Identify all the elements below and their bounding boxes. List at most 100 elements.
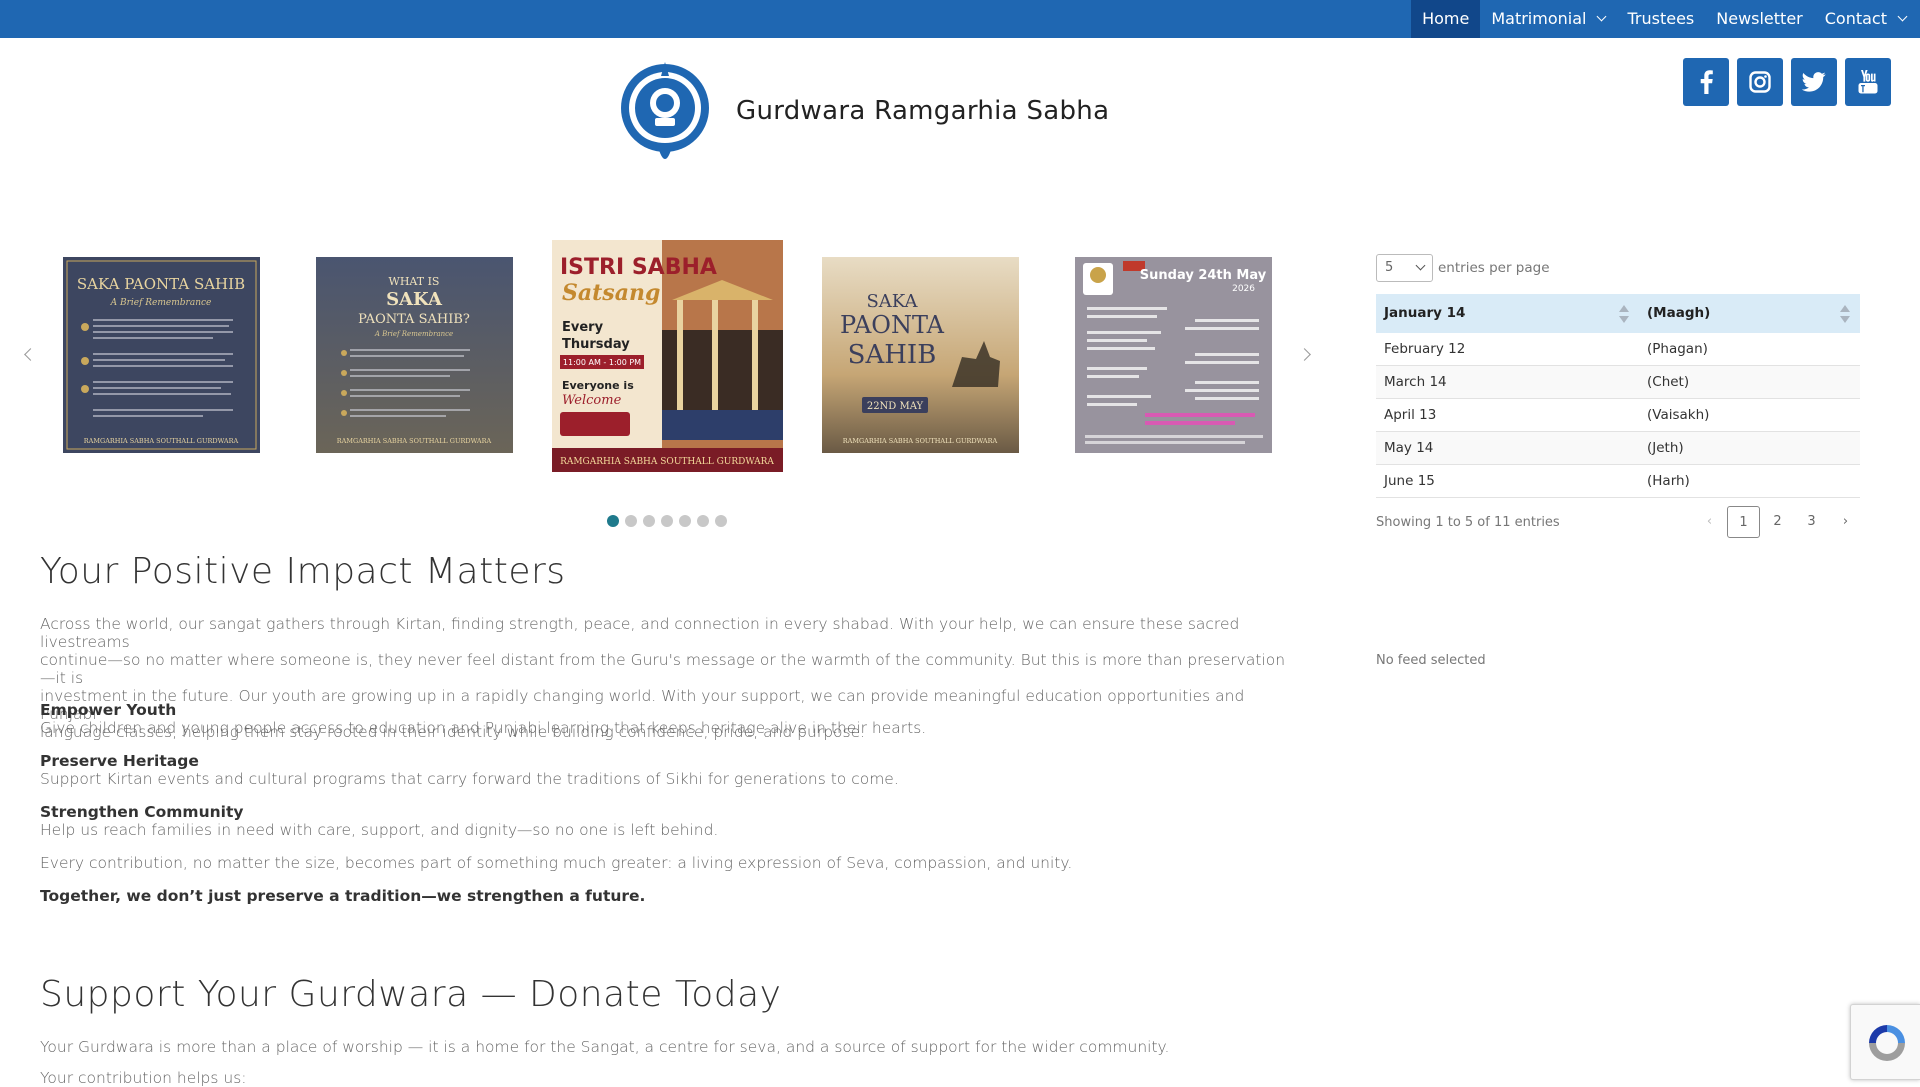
feed-status: No feed selected bbox=[1376, 653, 1486, 668]
nav-label: Trustees bbox=[1627, 9, 1695, 28]
pagination-page-1[interactable]: 1 bbox=[1727, 506, 1760, 538]
svg-text:11:00 AM - 1:00 PM: 11:00 AM - 1:00 PM bbox=[563, 358, 641, 367]
carousel-slide-1[interactable]: SAKA PAONTA SAHIB A Brief Remembrance RA… bbox=[63, 257, 260, 453]
sort-icon bbox=[1840, 305, 1850, 323]
table-cell: (Harh) bbox=[1647, 473, 1690, 489]
pagination-prev-button[interactable]: ‹ bbox=[1693, 506, 1726, 538]
page-size-select[interactable]: 5 bbox=[1376, 254, 1433, 282]
carousel-dot[interactable] bbox=[607, 515, 619, 527]
facebook-icon bbox=[1700, 70, 1713, 94]
slide-poster-image: SAKA PAONTA SAHIB A Brief Remembrance RA… bbox=[63, 257, 260, 453]
carousel-next-button[interactable] bbox=[1295, 345, 1315, 365]
contribution-text: Every contribution, no matter the size, … bbox=[40, 854, 1073, 872]
carousel-dots bbox=[607, 515, 727, 527]
slide-poster-image: Sunday 24th May 2026 bbox=[1075, 257, 1272, 453]
dates-table: January 14 (Maagh) February 12 (Phagan) M… bbox=[1376, 294, 1860, 498]
nav-item-newsletter[interactable]: Newsletter bbox=[1705, 0, 1814, 38]
slide-poster-image: WHAT IS SAKA PAONTA SAHIB? A Brief Remem… bbox=[316, 257, 513, 453]
donate-text: Your Gurdwara is more than a place of wo… bbox=[40, 1038, 1170, 1056]
nav-item-contact[interactable]: Contact bbox=[1814, 0, 1920, 38]
youtube-icon bbox=[1858, 70, 1878, 94]
impact-item-title: Empower Youth bbox=[40, 701, 177, 719]
carousel-slide-2[interactable]: WHAT IS SAKA PAONTA SAHIB? A Brief Remem… bbox=[316, 257, 513, 453]
table-row: June 15 (Harh) bbox=[1376, 465, 1860, 498]
recaptcha-icon bbox=[1869, 1025, 1905, 1061]
nav-item-matrimonial[interactable]: Matrimonial bbox=[1480, 0, 1616, 38]
donate-heading: Support Your Gurdwara — Donate Today bbox=[40, 974, 782, 1015]
table-row: April 13 (Vaisakh) bbox=[1376, 399, 1860, 432]
chevron-down-icon bbox=[1897, 11, 1908, 22]
carousel-slide-3[interactable]: ISTRI SABHA Satsang Every Thursday 11:00… bbox=[552, 240, 783, 472]
table-cell: (Phagan) bbox=[1647, 341, 1708, 357]
table-row: March 14 (Chet) bbox=[1376, 366, 1860, 399]
nav-label: Matrimonial bbox=[1491, 9, 1587, 28]
pagination-next-button[interactable]: › bbox=[1829, 506, 1862, 538]
carousel-slide-5[interactable]: Sunday 24th May 2026 bbox=[1075, 257, 1272, 453]
youtube-button[interactable] bbox=[1845, 58, 1891, 106]
table-cell: (Vaisakh) bbox=[1647, 407, 1710, 423]
nav-item-trustees[interactable]: Trustees bbox=[1616, 0, 1705, 38]
svg-text:Every: Every bbox=[562, 320, 604, 335]
closing-text: Together, we don’t just preserve a tradi… bbox=[40, 887, 646, 905]
pagination-page-2[interactable]: 2 bbox=[1761, 506, 1794, 538]
carousel-prev-button[interactable] bbox=[21, 345, 41, 365]
site-title[interactable]: Gurdwara Ramgarhia Sabha bbox=[736, 96, 1109, 126]
table-cell: April 13 bbox=[1384, 407, 1437, 423]
sort-icon bbox=[1619, 305, 1629, 323]
carousel-slide-4[interactable]: SAKA PAONTA SAHIB 22ND MAY RAMGARHIA SAB… bbox=[822, 257, 1019, 453]
main-nav: Home Matrimonial Trustees Newsletter Con… bbox=[1411, 0, 1920, 38]
impact-intro-line: continue—so no matter where someone is, … bbox=[40, 651, 1286, 687]
svg-text:Sunday 24th May: Sunday 24th May bbox=[1140, 268, 1267, 283]
instagram-button[interactable] bbox=[1737, 58, 1783, 106]
svg-text:A Brief Remembrance: A Brief Remembrance bbox=[110, 298, 212, 308]
nav-label: Newsletter bbox=[1716, 9, 1803, 28]
carousel-dot[interactable] bbox=[679, 515, 691, 527]
impact-item-title: Strengthen Community bbox=[40, 803, 244, 821]
pagination-page-3[interactable]: 3 bbox=[1795, 506, 1828, 538]
svg-text:RAMGARHIA SABHA SOUTHALL GURDW: RAMGARHIA SABHA SOUTHALL GURDWARA bbox=[560, 457, 774, 467]
svg-text:SAKA: SAKA bbox=[386, 289, 443, 310]
impact-item-text: Help us reach families in need with care… bbox=[40, 821, 719, 839]
column-header-month[interactable]: (Maagh) bbox=[1639, 294, 1860, 333]
facebook-button[interactable] bbox=[1683, 58, 1729, 106]
svg-text:SAKA PAONTA SAHIB: SAKA PAONTA SAHIB bbox=[77, 275, 245, 293]
nav-label: Home bbox=[1422, 9, 1470, 28]
impact-intro-line: Across the world, our sangat gathers thr… bbox=[40, 615, 1240, 651]
column-header-date[interactable]: January 14 bbox=[1376, 294, 1639, 333]
entries-per-page-label: entries per page bbox=[1438, 260, 1550, 276]
donate-helps-text: Your contribution helps us: bbox=[40, 1069, 247, 1087]
svg-text:Welcome: Welcome bbox=[562, 393, 622, 408]
carousel-dot[interactable] bbox=[715, 515, 727, 527]
svg-text:RAMGARHIA SABHA SOUTHALL GURDW: RAMGARHIA SABHA SOUTHALL GURDWARA bbox=[84, 437, 239, 445]
page-size-value: 5 bbox=[1385, 260, 1394, 275]
site-logo[interactable] bbox=[615, 58, 715, 168]
twitter-icon bbox=[1802, 72, 1826, 92]
carousel-dot[interactable] bbox=[697, 515, 709, 527]
table-cell: May 14 bbox=[1384, 440, 1434, 456]
table-row: February 12 (Phagan) bbox=[1376, 333, 1860, 366]
carousel-dot[interactable] bbox=[661, 515, 673, 527]
table-cell: March 14 bbox=[1384, 374, 1447, 390]
slide-poster-image: ISTRI SABHA Satsang Every Thursday 11:00… bbox=[552, 240, 783, 472]
top-nav-bar: Home Matrimonial Trustees Newsletter Con… bbox=[0, 0, 1920, 38]
svg-text:WHAT IS: WHAT IS bbox=[389, 275, 440, 288]
impact-item-text: Support Kirtan events and cultural progr… bbox=[40, 770, 899, 788]
twitter-button[interactable] bbox=[1791, 58, 1837, 106]
pagination: ‹ 1 2 3 › bbox=[1692, 506, 1862, 538]
table-cell: (Jeth) bbox=[1647, 440, 1684, 456]
table-row: May 14 (Jeth) bbox=[1376, 432, 1860, 465]
slide-poster-image: SAKA PAONTA SAHIB 22ND MAY RAMGARHIA SAB… bbox=[822, 257, 1019, 453]
carousel-dot[interactable] bbox=[643, 515, 655, 527]
chevron-down-icon bbox=[1597, 11, 1607, 22]
table-cell: (Chet) bbox=[1647, 374, 1690, 390]
column-header-label: January 14 bbox=[1384, 305, 1466, 321]
impact-intro-line: investment in the future. Our youth are … bbox=[40, 687, 1245, 723]
impact-item-title: Preserve Heritage bbox=[40, 752, 199, 770]
table-header: January 14 (Maagh) bbox=[1376, 294, 1860, 333]
column-header-label: (Maagh) bbox=[1647, 305, 1711, 321]
carousel-dot[interactable] bbox=[625, 515, 637, 527]
svg-text:ISTRI SABHA: ISTRI SABHA bbox=[560, 255, 717, 280]
recaptcha-badge[interactable] bbox=[1850, 1004, 1920, 1080]
nav-item-home[interactable]: Home bbox=[1411, 0, 1481, 38]
impact-heading: Your Positive Impact Matters bbox=[40, 551, 566, 592]
